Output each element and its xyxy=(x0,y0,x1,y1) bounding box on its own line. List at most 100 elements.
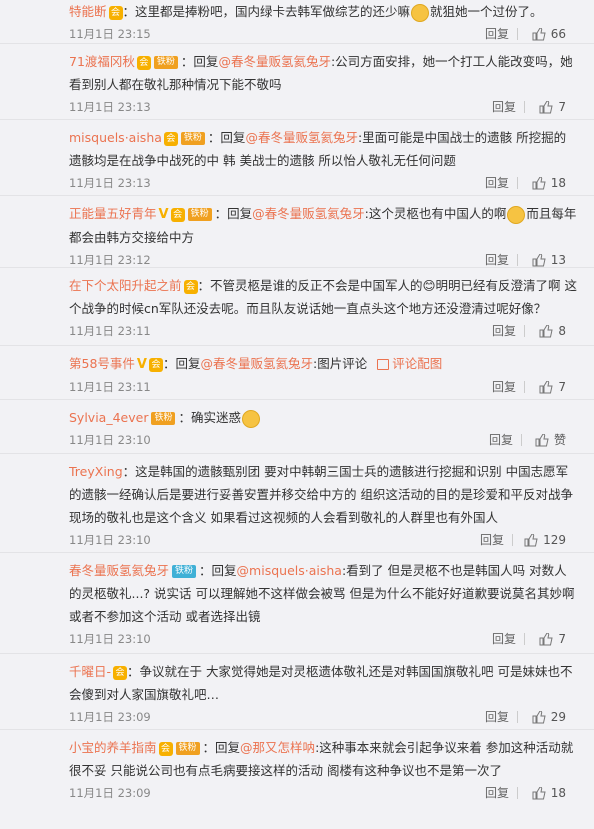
reply-button[interactable]: 回复 xyxy=(480,529,504,551)
thumb-up-icon xyxy=(539,633,553,646)
comment-time: 11月1日 23:10 xyxy=(69,533,151,547)
like-count: 66 xyxy=(550,27,566,41)
mention-link[interactable]: @misquels·aisha xyxy=(237,563,342,578)
comment-item: 在下个太阳升起之前会：不管灵柩是谁的反正不会是中国军人的😊明明已经有反澄清了啊 … xyxy=(0,268,594,346)
vip-badge-icon: 会 xyxy=(148,357,163,372)
reply-button[interactable]: 回复 xyxy=(485,23,509,45)
thumb-up-icon xyxy=(524,534,538,547)
thumb-up-icon xyxy=(539,325,553,338)
comment-time: 11月1日 23:13 xyxy=(69,100,151,114)
comment-item: 千曜日- 会：争议就在于 大家觉得她是对灵柩遗体敬礼还是对韩国国旗敬礼吧 可是妹妹… xyxy=(0,654,594,730)
comment-username[interactable]: 春冬量贩氢氦兔牙 xyxy=(69,563,169,578)
mention-link[interactable]: @春冬量贩氢氦兔牙 xyxy=(245,130,358,145)
comment-time: 11月1日 23:10 xyxy=(69,433,151,447)
like-button[interactable]: 29 xyxy=(532,706,566,728)
like-count: 8 xyxy=(558,324,566,338)
comment-item: TreyXing：这是韩国的遗骸甄别团 要对中韩朝三国士兵的遗骸进行挖掘和识别 … xyxy=(0,454,594,553)
comment-time: 11月1日 23:11 xyxy=(69,380,151,394)
like-count: 7 xyxy=(558,632,566,646)
like-button[interactable]: 129 xyxy=(524,529,566,551)
like-button[interactable]: 7 xyxy=(539,376,566,398)
reply-button[interactable]: 回复 xyxy=(492,96,516,118)
thumb-up-icon xyxy=(532,254,546,267)
mention-link[interactable]: @春冬量贩氢氦兔牙 xyxy=(200,356,313,371)
comment-username[interactable]: misquels·aisha xyxy=(69,130,162,145)
mention-link[interactable]: @春冬量贩氢氦兔牙 xyxy=(252,206,365,221)
comment-item: 正能量五好青年 V 会铁粉 ：回复@春冬量贩氢氦兔牙:这个灵柩也有中国人的啊 而且每年都… xyxy=(0,196,594,268)
like-count: 7 xyxy=(558,380,566,394)
fan-badge: 铁粉 xyxy=(172,565,197,578)
reply-button[interactable]: 回复 xyxy=(489,429,513,451)
comment-username[interactable]: TreyXing xyxy=(69,464,123,479)
reply-button[interactable]: 回复 xyxy=(492,376,516,398)
comment-content: ：回复 xyxy=(199,563,237,578)
divider xyxy=(517,711,518,723)
like-count: 13 xyxy=(550,253,566,267)
comment-time: 11月1日 23:09 xyxy=(69,786,151,800)
comment-username[interactable]: Sylvia_4ever xyxy=(69,410,148,425)
like-count: 18 xyxy=(550,786,566,800)
comment-content: ：这是韩国的遗骸甄别团 要对中韩朝三国士兵的遗骸进行挖掘和识别 中国志愿军的遗骸… xyxy=(69,464,573,525)
divider xyxy=(517,177,518,189)
divider xyxy=(524,633,525,645)
comment-content: ：确实迷惑 xyxy=(178,410,241,425)
mention-link[interactable]: @春冬量贩氢氦兔牙 xyxy=(218,54,331,69)
comment-username[interactable]: 71渡福冈秋 xyxy=(69,54,135,69)
mention-link[interactable]: @那又怎样呐 xyxy=(240,740,315,755)
divider xyxy=(524,325,525,337)
like-button[interactable]: 赞 xyxy=(535,429,566,451)
comment-item: Sylvia_4ever 铁粉 ：确实迷惑 11月1日 23:10 回复 赞 xyxy=(0,400,594,454)
comment-content-rest: :图片评论 xyxy=(313,356,368,371)
comment-username[interactable]: 千曜日- xyxy=(69,664,111,679)
emoji-icon xyxy=(242,409,260,428)
reply-button[interactable]: 回复 xyxy=(485,706,509,728)
comment-content: ：回复 xyxy=(162,356,201,371)
divider xyxy=(524,101,525,113)
like-button[interactable]: 7 xyxy=(539,96,566,118)
like-button[interactable]: 66 xyxy=(532,23,566,45)
divider xyxy=(524,381,525,393)
divider xyxy=(521,434,522,446)
reply-button[interactable]: 回复 xyxy=(492,628,516,650)
like-count: 7 xyxy=(558,100,566,114)
comment-item: 71渡福冈秋会铁粉 ：回复@春冬量贩氢氦兔牙:公司方面安排，她一个打工人能改变吗，… xyxy=(0,44,594,120)
like-button[interactable]: 7 xyxy=(539,628,566,650)
comment-time: 11月1日 23:11 xyxy=(69,324,151,338)
vip-badge-icon: 会 xyxy=(108,5,123,20)
reply-button[interactable]: 回复 xyxy=(485,782,509,804)
reply-button[interactable]: 回复 xyxy=(485,172,509,194)
thumb-up-icon xyxy=(532,28,546,41)
comment-username[interactable]: 特能断 xyxy=(69,4,107,19)
comment-time: 11月1日 23:15 xyxy=(69,27,151,41)
fan-badge: 铁粉 xyxy=(175,742,200,755)
fan-badge: 铁粉 xyxy=(153,56,178,69)
reply-button[interactable]: 回复 xyxy=(492,320,516,342)
comment-content: ：争议就在于 大家觉得她是对灵柩遗体敬礼还是对韩国国旗敬礼吧 可是妹妹也不会傻到… xyxy=(69,664,573,702)
divider xyxy=(517,787,518,799)
fan-badge: 铁粉 xyxy=(180,132,205,145)
like-count: 129 xyxy=(543,533,566,547)
like-button[interactable]: 18 xyxy=(532,782,566,804)
thumb-up-icon xyxy=(532,787,546,800)
like-button[interactable]: 8 xyxy=(539,320,566,342)
vip-badge-icon: 会 xyxy=(113,665,128,680)
thumb-up-icon xyxy=(535,434,549,447)
comment-username[interactable]: 正能量五好青年 xyxy=(69,206,157,221)
divider xyxy=(517,254,518,266)
comment-content-tail: 就狙她一个过份了。 xyxy=(430,4,543,19)
comment-time: 11月1日 23:10 xyxy=(69,632,151,646)
thumb-up-icon xyxy=(539,381,553,394)
comment-content: ：这里都是捧粉吧，国内绿卡去韩军做综艺的还少嘛 xyxy=(122,4,411,19)
comment-content: ：回复 xyxy=(180,54,219,69)
comment-username[interactable]: 第58号事件 xyxy=(69,356,135,371)
like-count: 18 xyxy=(550,176,566,190)
like-button[interactable]: 18 xyxy=(532,172,566,194)
picture-link[interactable]: 评论配图 xyxy=(392,356,442,371)
comment-item: misquels·aisha 会铁粉 ：回复@春冬量贩氢氦兔牙:里面可能是中国战士的… xyxy=(0,120,594,196)
divider xyxy=(512,534,513,546)
comment-username[interactable]: 在下个太阳升起之前 xyxy=(69,278,182,293)
comment-item: 特能断会：这里都是捧粉吧，国内绿卡去韩军做综艺的还少嘛 就狙她一个过份了。 11月… xyxy=(0,0,594,44)
comment-content: ：回复 xyxy=(202,740,241,755)
comment-username[interactable]: 小宝的养羊指南 xyxy=(69,740,157,755)
comment-content-rest: :这个灵柩也有中国人的啊 xyxy=(364,206,507,221)
